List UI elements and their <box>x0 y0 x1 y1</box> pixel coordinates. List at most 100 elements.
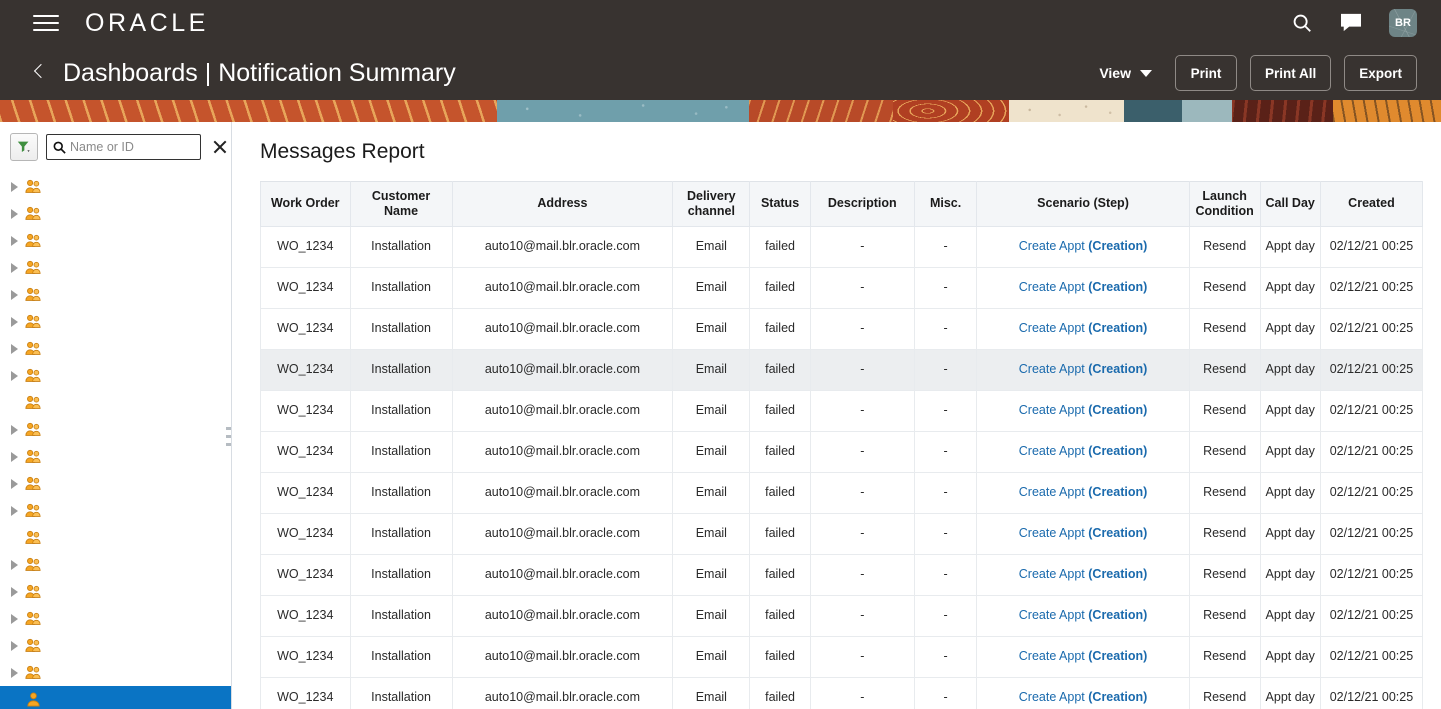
expand-arrow-icon[interactable] <box>6 557 22 573</box>
column-header-work-order[interactable]: Work Order <box>261 182 351 227</box>
cell-scenario-step[interactable]: Create Appt (Creation) <box>977 431 1189 472</box>
sidebar-item-user-management-area-manage[interactable] <box>0 659 232 686</box>
sidebar-item-notification-summary[interactable] <box>0 686 232 709</box>
cell-scenario-step[interactable]: Create Appt (Creation) <box>977 390 1189 431</box>
sidebar-item-plugins[interactable] <box>0 308 232 335</box>
cell-scenario-step[interactable]: Create Appt (Creation) <box>977 554 1189 595</box>
cell-scenario-step[interactable]: Create Appt (Creation) <box>977 267 1189 308</box>
scenario-link[interactable]: Create Appt (Creation) <box>1019 567 1148 581</box>
cell-scenario-step[interactable]: Create Appt (Creation) <box>977 308 1189 349</box>
sidebar-item-realtimebucket[interactable] <box>0 389 232 416</box>
hamburger-menu-icon[interactable] <box>33 13 59 33</box>
expand-arrow-icon[interactable] <box>6 584 22 600</box>
expand-arrow-icon[interactable] <box>6 260 22 276</box>
column-header-call-day[interactable]: Call Day <box>1260 182 1320 227</box>
search-icon[interactable] <box>1291 12 1313 34</box>
export-button[interactable]: Export <box>1344 55 1417 91</box>
cell-scenario-step[interactable]: Create Appt (Creation) <box>977 349 1189 390</box>
expand-arrow-icon[interactable] <box>6 233 22 249</box>
column-header-launch-condition[interactable]: Launch Condition <box>1189 182 1260 227</box>
sidebar-item-queue-area-manage[interactable] <box>0 335 232 362</box>
group-users-icon <box>22 449 44 464</box>
sidebar-search-box[interactable] <box>46 134 201 160</box>
sidebar-item-mobility-interface[interactable] <box>0 200 232 227</box>
expand-arrow-icon[interactable] <box>6 476 22 492</box>
column-header-description[interactable]: Description <box>810 182 914 227</box>
chevron-left-icon[interactable] <box>32 62 48 84</box>
cell-scenario-step[interactable]: Create Appt (Creation) <box>977 226 1189 267</box>
print-all-button[interactable]: Print All <box>1250 55 1331 91</box>
scenario-link[interactable]: Create Appt (Creation) <box>1019 690 1148 704</box>
scenario-link[interactable]: Create Appt (Creation) <box>1019 321 1148 335</box>
chat-bubble-icon[interactable] <box>1340 13 1362 33</box>
table-row[interactable]: WO_1234Installationauto10@mail.blr.oracl… <box>261 472 1423 513</box>
table-row[interactable]: WO_1234Installationauto10@mail.blr.oracl… <box>261 226 1423 267</box>
funnel-filter-icon[interactable] <box>10 133 38 161</box>
sidebar-item-mobility-browser-navigation[interactable] <box>0 173 232 200</box>
view-dropdown[interactable]: View <box>1099 65 1152 81</box>
table-row[interactable]: WO_1234Installationauto10@mail.blr.oracl… <box>261 554 1423 595</box>
sidebar-item-simple[interactable] <box>0 524 232 551</box>
search-input[interactable] <box>70 140 190 154</box>
print-button[interactable]: Print <box>1175 55 1237 91</box>
cell-value: Installation <box>371 444 431 458</box>
scenario-link[interactable]: Create Appt (Creation) <box>1019 485 1148 499</box>
column-header-scenario-step[interactable]: Scenario (Step) <box>977 182 1189 227</box>
table-row[interactable]: WO_1234Installationauto10@mail.blr.oracl… <box>261 513 1423 554</box>
sidebar-item-quota-area-manage[interactable] <box>0 362 232 389</box>
cell-scenario-step[interactable]: Create Appt (Creation) <box>977 677 1189 709</box>
table-row[interactable]: WO_1234Installationauto10@mail.blr.oracl… <box>261 636 1423 677</box>
scenario-link[interactable]: Create Appt (Creation) <box>1019 362 1148 376</box>
expand-arrow-icon[interactable] <box>6 449 22 465</box>
cell-scenario-step[interactable]: Create Appt (Creation) <box>977 636 1189 677</box>
cell-scenario-step[interactable]: Create Appt (Creation) <box>977 595 1189 636</box>
expand-arrow-icon[interactable] <box>6 638 22 654</box>
table-row[interactable]: WO_1234Installationauto10@mail.blr.oracl… <box>261 677 1423 709</box>
sidebar-item-resource-tree-popup[interactable] <box>0 443 232 470</box>
sidebar-item-supervisor-mobility-manage-scree[interactable] <box>0 578 232 605</box>
expand-arrow-icon[interactable] <box>6 503 22 519</box>
cell-status: failed <box>750 267 810 308</box>
expand-arrow-icon[interactable] <box>6 314 22 330</box>
cell-launch-condition: Resend <box>1189 554 1260 595</box>
expand-arrow-icon[interactable] <box>6 368 22 384</box>
expand-arrow-icon[interactable] <box>6 422 22 438</box>
expand-arrow-icon[interactable] <box>6 206 22 222</box>
scenario-link[interactable]: Create Appt (Creation) <box>1019 649 1148 663</box>
sidebar-item-statistics[interactable] <box>0 551 232 578</box>
expand-arrow-icon[interactable] <box>6 341 22 357</box>
expand-arrow-icon[interactable] <box>6 179 22 195</box>
sidebar-item-routing-manage[interactable] <box>0 470 232 497</box>
table-row[interactable]: WO_1234Installationauto10@mail.blr.oracl… <box>261 390 1423 431</box>
scenario-link[interactable]: Create Appt (Creation) <box>1019 280 1148 294</box>
column-header-customer-name[interactable]: Customer Name <box>350 182 452 227</box>
sidebar-item-notifications-area[interactable] <box>0 281 232 308</box>
expand-arrow-icon[interactable] <box>6 611 22 627</box>
avatar[interactable]: BR <box>1389 9 1417 37</box>
table-row[interactable]: WO_1234Installationauto10@mail.blr.oracl… <box>261 308 1423 349</box>
scenario-link[interactable]: Create Appt (Creation) <box>1019 526 1148 540</box>
scenario-link[interactable]: Create Appt (Creation) <box>1019 239 1148 253</box>
scenario-link[interactable]: Create Appt (Creation) <box>1019 608 1148 622</box>
cell-scenario-step[interactable]: Create Appt (Creation) <box>977 513 1189 554</box>
column-header-misc[interactable]: Misc. <box>914 182 976 227</box>
expand-arrow-icon[interactable] <box>6 287 22 303</box>
sidebar-item-resource-area-manage[interactable] <box>0 416 232 443</box>
column-header-created[interactable]: Created <box>1320 182 1422 227</box>
table-row[interactable]: WO_1234Installationauto10@mail.blr.oracl… <box>261 431 1423 472</box>
table-row[interactable]: WO_1234Installationauto10@mail.blr.oracl… <box>261 267 1423 308</box>
sidebar-item-mobility-search-widget[interactable] <box>0 254 232 281</box>
cell-scenario-step[interactable]: Create Appt (Creation) <box>977 472 1189 513</box>
sidebar-item-tools-area-manage[interactable] <box>0 605 232 632</box>
column-header-delivery-channel[interactable]: Delivery channel <box>673 182 750 227</box>
scenario-link[interactable]: Create Appt (Creation) <box>1019 444 1148 458</box>
column-header-status[interactable]: Status <box>750 182 810 227</box>
column-header-address[interactable]: Address <box>452 182 673 227</box>
sidebar-item-mobility-resourcetreebucket[interactable] <box>0 227 232 254</box>
sidebar-item-unused-resources[interactable] <box>0 632 232 659</box>
table-row[interactable]: WO_1234Installationauto10@mail.blr.oracl… <box>261 349 1423 390</box>
expand-arrow-icon[interactable] <box>6 665 22 681</box>
sidebar-item-search-widget[interactable] <box>0 497 232 524</box>
scenario-link[interactable]: Create Appt (Creation) <box>1019 403 1148 417</box>
table-row[interactable]: WO_1234Installationauto10@mail.blr.oracl… <box>261 595 1423 636</box>
